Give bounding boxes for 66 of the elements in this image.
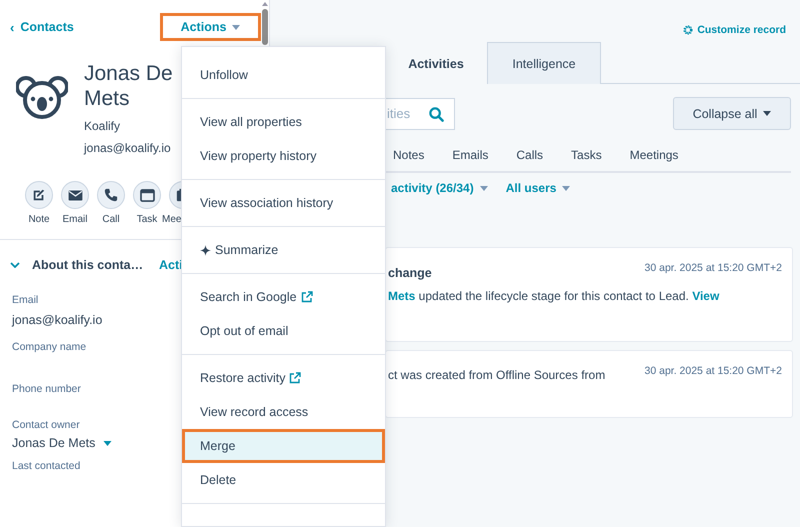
- up-arrow-icon: [262, 2, 268, 6]
- field-label: Phone number: [12, 383, 81, 395]
- menu-item[interactable]: View record access: [182, 395, 385, 429]
- tab[interactable]: Intelligence: [487, 42, 601, 84]
- field-value: jonas@koalify.io: [12, 313, 102, 327]
- activity-date: 30 apr. 2025 at 15:20 GMT+2: [644, 262, 782, 274]
- collapse-all-button[interactable]: Collapse all: [673, 97, 791, 130]
- email-button[interactable]: [61, 181, 89, 209]
- filter-tab[interactable]: Tasks: [571, 148, 602, 162]
- activity-text: ct was created from Offline Sources from: [388, 367, 606, 383]
- menu-item[interactable]: Unfollow: [182, 58, 385, 92]
- menu-item[interactable]: View property history: [182, 139, 385, 173]
- inline-link[interactable]: Mets: [388, 289, 416, 303]
- activity-date: 30 apr. 2025 at 15:20 GMT+2: [644, 365, 782, 377]
- activity-text: Mets updated the lifecycle stage for this contact to Lead. View: [388, 288, 720, 304]
- field-label: Contact owner: [12, 419, 80, 431]
- section-title: About this conta…: [32, 258, 144, 272]
- search-icon: [429, 106, 444, 122]
- section-link[interactable]: Acti: [159, 258, 183, 272]
- menu-item[interactable]: Search in Google: [182, 280, 385, 314]
- koala-avatar-icon: [16, 75, 68, 121]
- menu-item[interactable]: Opt out of email: [182, 314, 385, 348]
- sparkle-icon: [200, 244, 211, 256]
- gear-icon: [683, 25, 694, 35]
- filter-tab[interactable]: Emails: [452, 148, 488, 162]
- caret-icon: [103, 440, 112, 446]
- filter-tab[interactable]: Calls: [516, 148, 544, 162]
- menu-item[interactable]: Restore activity: [182, 361, 385, 395]
- activity-title: change: [388, 266, 432, 280]
- menu-item[interactable]: View all properties: [182, 105, 385, 139]
- pencil-icon: [32, 188, 46, 202]
- note-button[interactable]: [25, 181, 53, 209]
- caret-icon: [232, 24, 240, 30]
- filter-tab[interactable]: Notes: [393, 148, 424, 162]
- action-label: Email: [62, 214, 88, 225]
- actions-button[interactable]: Actions: [160, 13, 261, 41]
- external-link-icon: [300, 291, 313, 303]
- filter-tab[interactable]: Meetings: [630, 148, 678, 162]
- external-link-icon: [289, 372, 302, 384]
- company-name: Koalify: [84, 119, 122, 133]
- menu-item[interactable]: Summarize: [182, 233, 385, 267]
- action-label: Mee: [162, 214, 182, 225]
- caret-icon: [763, 111, 772, 116]
- window-icon: [140, 188, 154, 202]
- field-label: Company name: [12, 341, 86, 353]
- phone-icon: [104, 188, 118, 202]
- task-button[interactable]: [133, 181, 161, 209]
- contact-email: jonas@koalify.io: [84, 141, 172, 155]
- action-label: Note: [28, 214, 50, 225]
- field-label: Last contacted: [12, 460, 80, 472]
- action-label: Task: [136, 214, 158, 225]
- caret-icon: [562, 186, 570, 190]
- contacts-link[interactable]: ‹ Contacts: [10, 20, 74, 34]
- envelope-icon: [68, 190, 82, 200]
- search-field[interactable]: ities: [385, 98, 455, 130]
- owner-dropdown[interactable]: Jonas De Mets: [12, 436, 112, 450]
- chevron-icon[interactable]: [10, 262, 20, 268]
- menu-item[interactable]: Delete: [182, 463, 385, 497]
- call-button[interactable]: [97, 181, 125, 209]
- inline-link[interactable]: View: [692, 289, 720, 303]
- field-label: Email: [12, 294, 38, 306]
- contact-name: Jonas De Mets: [84, 61, 174, 111]
- menu-item[interactable]: Merge: [182, 429, 385, 463]
- menu-item[interactable]: View association history: [182, 186, 385, 220]
- caret-icon: [480, 186, 488, 190]
- action-label: Call: [102, 214, 120, 225]
